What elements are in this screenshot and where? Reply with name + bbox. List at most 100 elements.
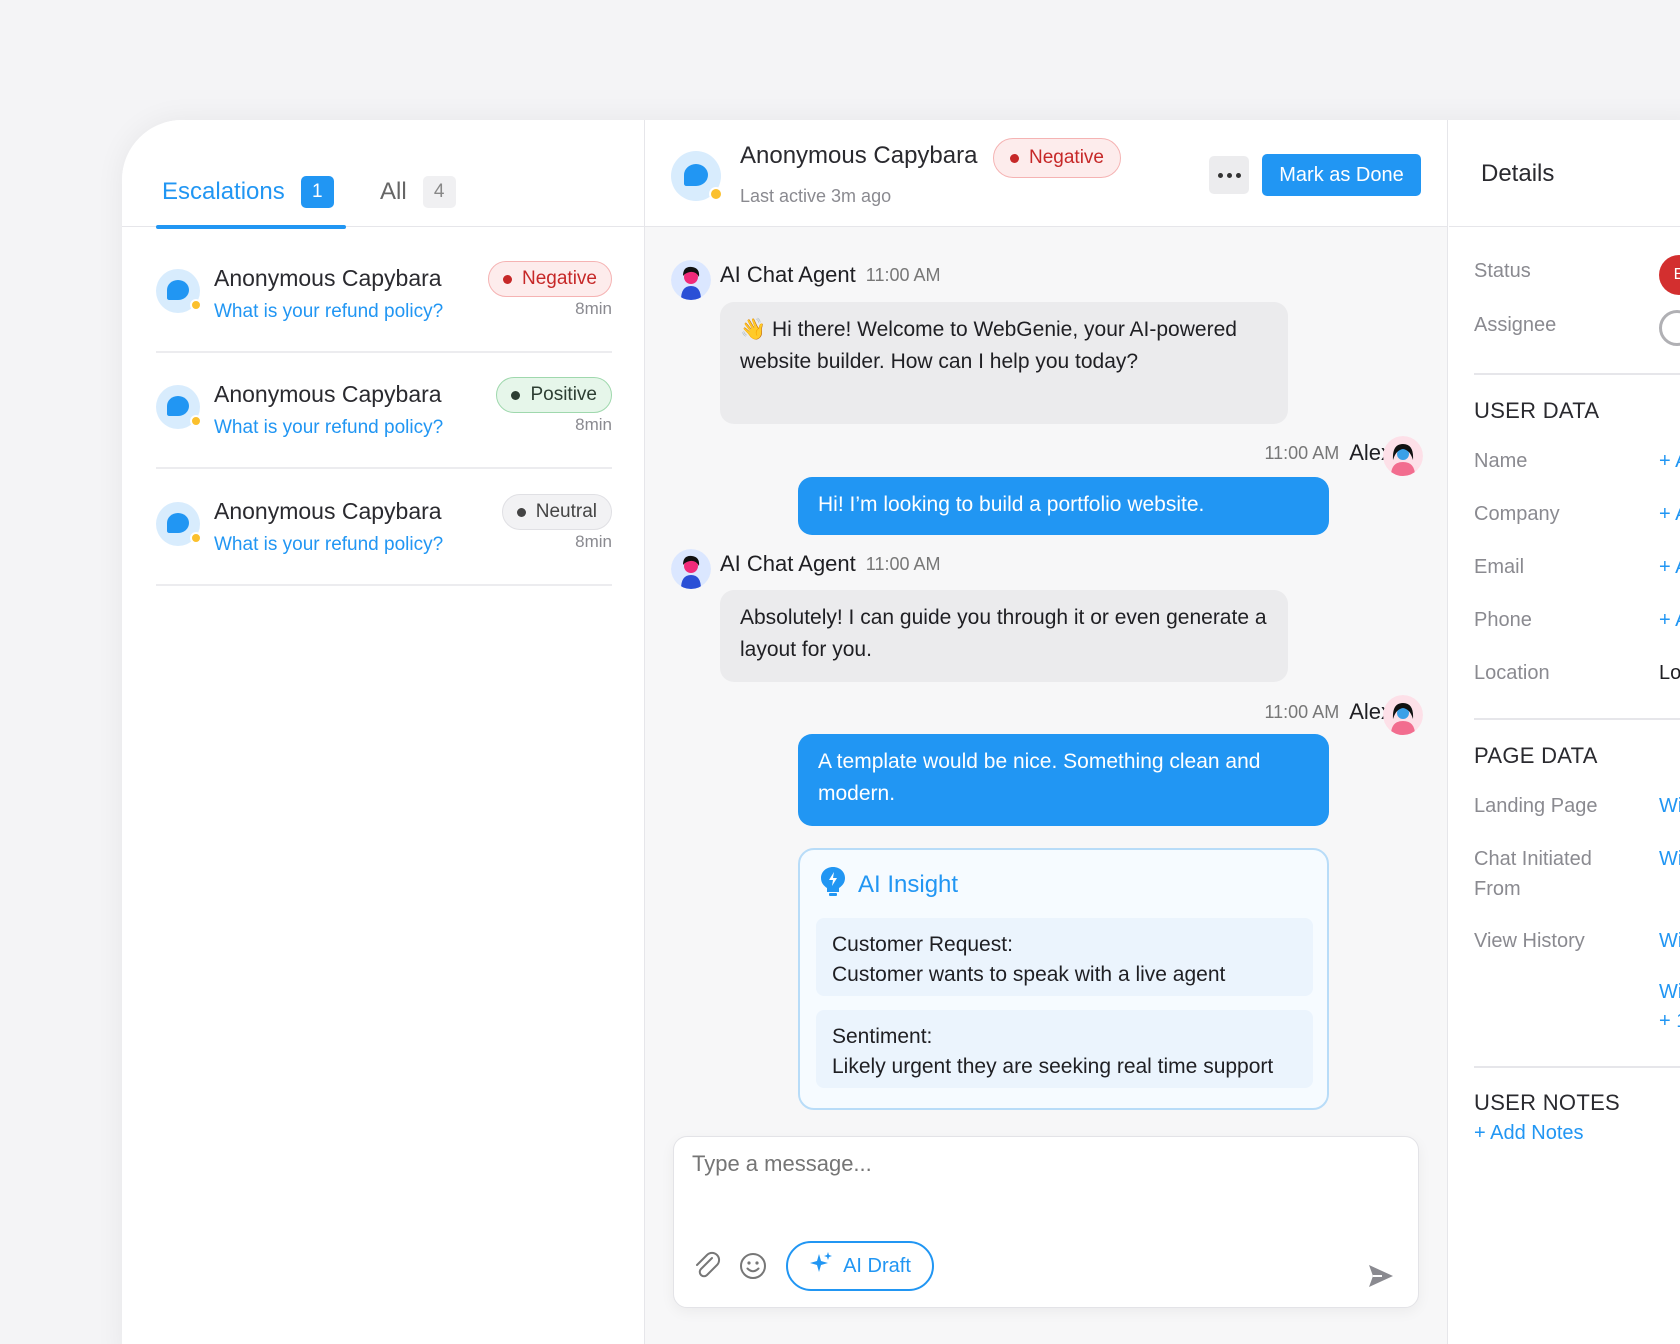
more-options-button[interactable]: [1209, 156, 1249, 194]
details-panel: Details Status E Assignee USER DATA Name…: [1449, 120, 1680, 1344]
message-header: 11:00 AM Alex: [1264, 440, 1392, 466]
details-header: Details: [1449, 120, 1680, 227]
conversation-time: 8min: [575, 299, 612, 318]
conversation-item[interactable]: Anonymous Capybara What is your refund p…: [156, 237, 612, 353]
conversation-name: Anonymous Capybara: [214, 381, 442, 407]
message-time: 11:00 AM: [865, 264, 941, 285]
insight-request-label: Customer Request:: [832, 933, 1013, 956]
conversation-preview: What is your refund policy?: [214, 301, 444, 322]
send-icon[interactable]: [1366, 1261, 1396, 1291]
conversation-time: 8min: [575, 532, 612, 551]
history-link[interactable]: Wi: [1659, 930, 1680, 953]
message-time: 11:00 AM: [865, 553, 941, 574]
page-data-title: PAGE DATA: [1474, 743, 1598, 768]
tab-all[interactable]: All 4: [380, 176, 456, 208]
chat-initiated-link[interactable]: Wi: [1659, 848, 1680, 871]
view-history-label: View History: [1474, 930, 1585, 952]
message-header: AI Chat Agent 11:00 AM: [720, 262, 940, 288]
conversation-item[interactable]: Anonymous Capybara What is your refund p…: [156, 470, 612, 586]
company-label: Company: [1474, 503, 1560, 525]
insight-sentiment: Sentiment: Likely urgent they are seekin…: [816, 1010, 1313, 1088]
chat-bubble-icon: [671, 151, 723, 201]
history-link[interactable]: Wi: [1659, 981, 1680, 1004]
landing-page-label: Landing Page: [1474, 795, 1598, 817]
chat-panel: Anonymous Capybara Negative Last active …: [645, 120, 1448, 1344]
user-notes-title: USER NOTES: [1474, 1090, 1621, 1115]
sentiment-badge: Neutral: [501, 494, 612, 530]
location-value: Lo: [1659, 662, 1680, 684]
tab-escalations-count: 1: [300, 176, 334, 208]
ai-insight-title: AI Insight: [858, 870, 959, 898]
divider: [1474, 1066, 1680, 1068]
message-header: 11:00 AM Alex: [1264, 699, 1392, 725]
details-title: Details: [1481, 160, 1555, 187]
insight-request: Customer Request: Customer wants to spea…: [816, 918, 1313, 996]
tab-all-label: All: [380, 178, 407, 205]
emoji-icon[interactable]: [736, 1249, 770, 1283]
status-label: Status: [1474, 260, 1531, 282]
chat-initiated-label: Chat Initiated From: [1474, 848, 1592, 900]
message-header: AI Chat Agent 11:00 AM: [720, 551, 940, 577]
landing-page-link[interactable]: Wi: [1659, 795, 1680, 818]
message-input[interactable]: [692, 1151, 1392, 1177]
chat-sentiment-badge: Negative: [993, 138, 1121, 178]
user-avatar: [1383, 695, 1423, 735]
presence-dot: [709, 187, 723, 201]
message-composer: AI Draft: [673, 1136, 1419, 1308]
last-active: Last active 3m ago: [740, 186, 892, 206]
sparkle-icon: [809, 1251, 833, 1281]
add-email-link[interactable]: + A: [1659, 556, 1680, 579]
add-company-link[interactable]: + A: [1659, 503, 1680, 526]
user-data-title: USER DATA: [1474, 398, 1600, 423]
chat-title: Anonymous Capybara: [740, 142, 978, 169]
conversation-name: Anonymous Capybara: [214, 265, 442, 291]
tab-all-count: 4: [422, 176, 456, 208]
chat-bubble-icon: [156, 502, 202, 546]
conversation-time: 8min: [575, 415, 612, 434]
user-message-bubble: Hi! I’m looking to build a portfolio web…: [798, 477, 1329, 535]
agent-message-bubble: 👋 Hi there! Welcome to WebGenie, your AI…: [720, 302, 1288, 424]
active-tab-indicator: [156, 225, 346, 229]
ai-draft-label: AI Draft: [843, 1254, 911, 1277]
user-message-bubble: A template would be nice. Something clea…: [798, 734, 1329, 826]
location-label: Location: [1474, 662, 1550, 684]
agent-avatar: [671, 549, 711, 589]
chat-bubble-icon: [156, 385, 202, 429]
phone-label: Phone: [1474, 609, 1532, 631]
chat-header: Anonymous Capybara Negative Last active …: [645, 120, 1447, 227]
name-label: Name: [1474, 450, 1528, 472]
conversation-item[interactable]: Anonymous Capybara What is your refund p…: [156, 353, 612, 469]
tab-escalations-label: Escalations: [162, 178, 285, 205]
message-time: 11:00 AM: [1264, 442, 1340, 463]
status-indicator[interactable]: E: [1659, 255, 1680, 295]
presence-dot: [190, 299, 202, 311]
ai-draft-button[interactable]: AI Draft: [786, 1241, 934, 1291]
conversation-list-panel: Escalations 1 All 4 Anonymous Capybara W…: [122, 120, 645, 1344]
insight-sentiment-value: Likely urgent they are seeking real time…: [832, 1055, 1274, 1078]
lightbulb-icon: [820, 866, 846, 903]
app-window: Escalations 1 All 4 Anonymous Capybara W…: [122, 120, 1680, 1344]
sentiment-badge: Negative: [488, 261, 612, 297]
divider: [1474, 718, 1680, 720]
insight-request-value: Customer wants to speak with a live agen…: [832, 963, 1226, 986]
ai-insight-header: AI Insight: [820, 866, 958, 903]
paperclip-icon[interactable]: [690, 1249, 724, 1283]
agent-message-bubble: Absolutely! I can guide you through it o…: [720, 590, 1288, 682]
add-phone-link[interactable]: + A: [1659, 609, 1680, 632]
presence-dot: [190, 415, 202, 427]
history-more-link[interactable]: + 1: [1659, 1010, 1680, 1033]
conversation-name: Anonymous Capybara: [214, 498, 442, 524]
sender-name: AI Chat Agent: [720, 262, 856, 287]
conversation-preview: What is your refund policy?: [214, 534, 444, 555]
assignee-avatar-icon[interactable]: [1659, 310, 1680, 346]
mark-as-done-button[interactable]: Mark as Done: [1262, 154, 1421, 196]
add-name-link[interactable]: + A: [1659, 450, 1680, 473]
insight-sentiment-label: Sentiment:: [832, 1025, 933, 1048]
agent-avatar: [671, 260, 711, 300]
tab-escalations[interactable]: Escalations 1: [162, 176, 334, 208]
email-label: Email: [1474, 556, 1525, 578]
add-notes-link[interactable]: + Add Notes: [1474, 1122, 1584, 1145]
conversation-preview: What is your refund policy?: [214, 417, 444, 438]
divider: [1474, 373, 1680, 375]
message-time: 11:00 AM: [1264, 701, 1340, 722]
